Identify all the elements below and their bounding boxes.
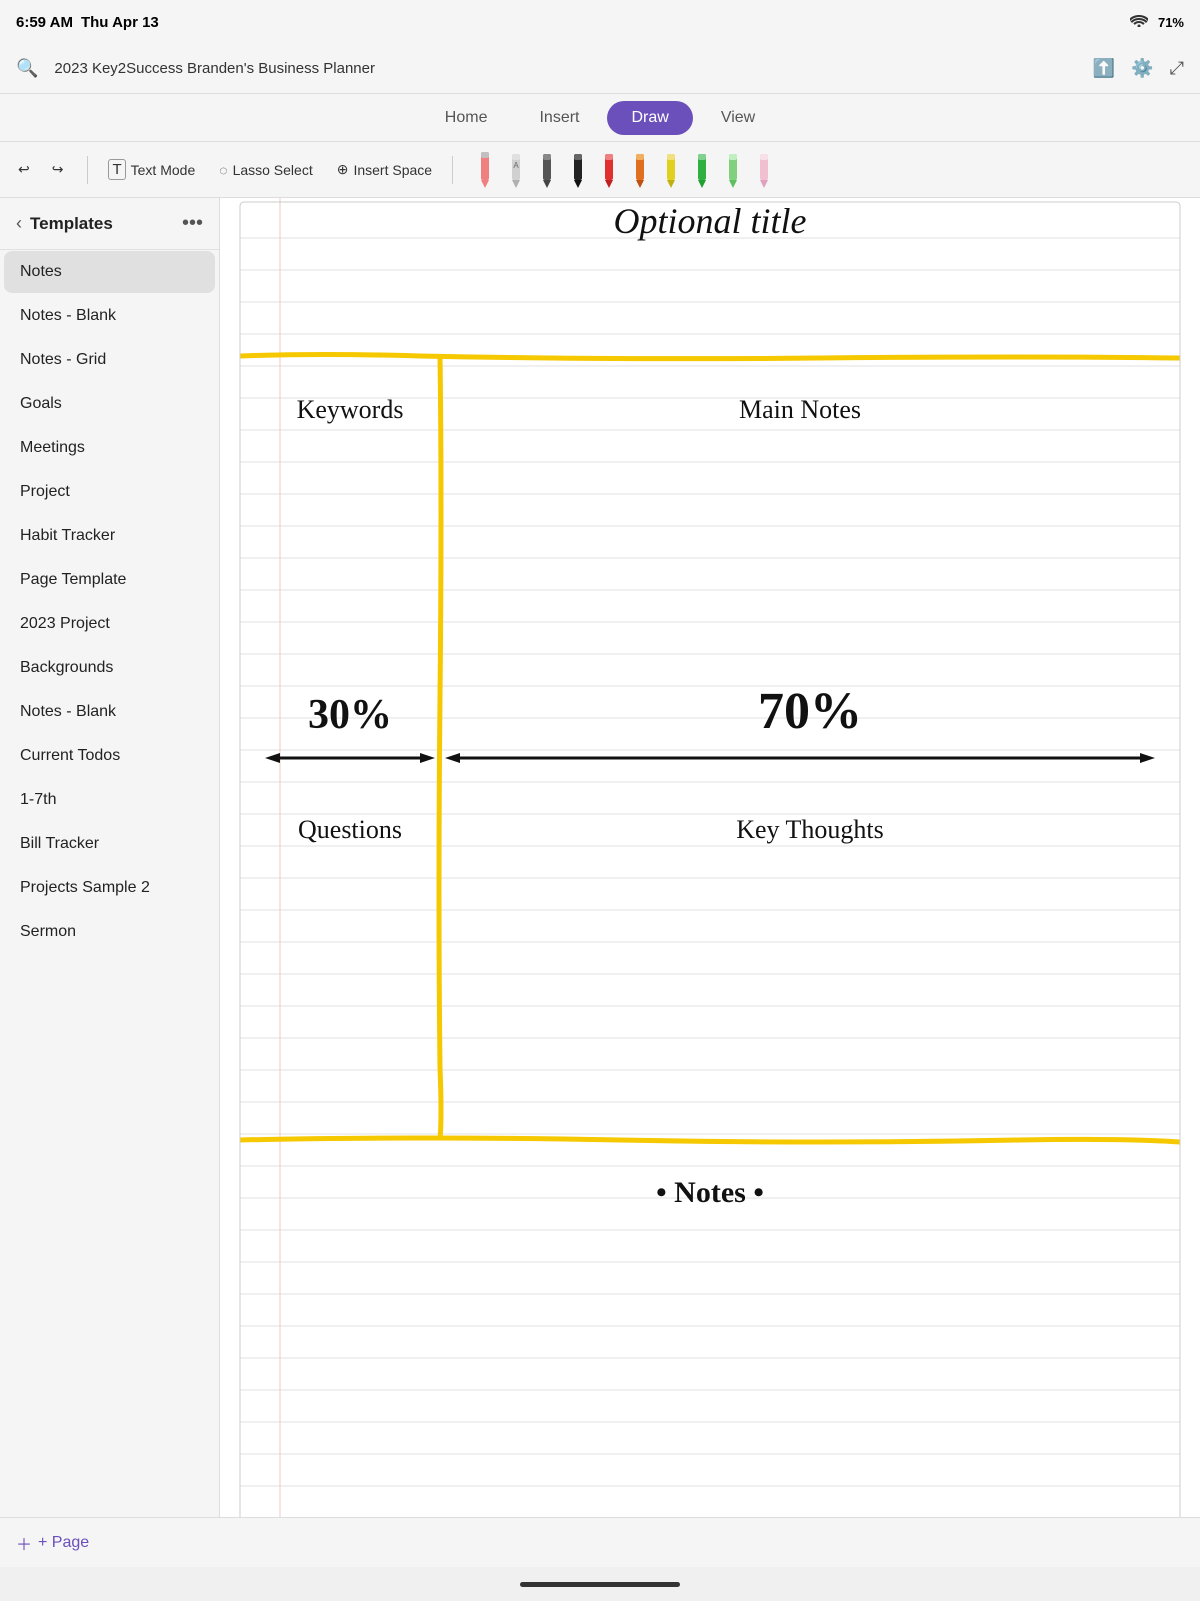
- pen-light-green[interactable]: [719, 152, 747, 188]
- pen-yellow[interactable]: [657, 152, 685, 188]
- sidebar-title: Templates: [30, 214, 113, 234]
- add-page-icon: ＋: [16, 1531, 32, 1555]
- undo-icon: ↩: [18, 161, 30, 178]
- sidebar-item-notes-grid[interactable]: Notes - Grid: [4, 339, 215, 381]
- search-icon[interactable]: 🔍: [16, 58, 38, 79]
- tab-view[interactable]: View: [697, 101, 779, 135]
- svg-text:Keywords: Keywords: [297, 395, 404, 424]
- sidebar-item-backgrounds[interactable]: Backgrounds: [4, 647, 215, 689]
- separator-1: [87, 156, 88, 184]
- insert-space-button[interactable]: ⊕ Insert Space: [327, 155, 442, 184]
- more-icon[interactable]: •••: [182, 212, 203, 235]
- text-mode-label: Text Mode: [131, 162, 196, 178]
- top-toolbar: 🔍 2023 Key2Success Branden's Business Pl…: [0, 44, 1200, 94]
- sidebar-header-left: ‹ Templates: [16, 213, 113, 234]
- doc-title: 2023 Key2Success Branden's Business Plan…: [54, 60, 1084, 77]
- pen-green[interactable]: [688, 152, 716, 188]
- redo-button[interactable]: ↪: [42, 155, 74, 184]
- main-layout: ‹ Templates ••• Notes Notes - Blank Note…: [0, 198, 1200, 1548]
- top-toolbar-right: ⬆️ ⚙️ ⤢: [1093, 58, 1184, 79]
- insert-space-label: Insert Space: [353, 162, 432, 178]
- sidebar-item-project[interactable]: Project: [4, 471, 215, 513]
- battery: 71%: [1158, 15, 1184, 30]
- sidebar-item-current-todos[interactable]: Current Todos: [4, 735, 215, 777]
- redo-icon: ↪: [52, 161, 64, 178]
- sidebar-item-sermon[interactable]: Sermon: [4, 911, 215, 953]
- share-icon[interactable]: ⬆️: [1093, 58, 1115, 79]
- settings-icon[interactable]: ⚙️: [1131, 58, 1153, 79]
- home-bar: [520, 1582, 680, 1587]
- undo-redo: ↩ ↪: [8, 155, 73, 184]
- sidebar-item-bill-tracker[interactable]: Bill Tracker: [4, 823, 215, 865]
- sidebar-item-1-7th[interactable]: 1-7th: [4, 779, 215, 821]
- pen-red[interactable]: [595, 152, 623, 188]
- draw-toolbar: ↩ ↪ T Text Mode ◌ Lasso Select ⊕ Insert …: [0, 142, 1200, 198]
- back-icon[interactable]: ‹: [16, 213, 22, 234]
- text-mode-button[interactable]: T Text Mode: [98, 153, 205, 186]
- svg-text:Questions: Questions: [298, 815, 402, 844]
- status-bar: 6:59 AM Thu Apr 13 71%: [0, 0, 1200, 44]
- pen-tools: A: [471, 152, 778, 188]
- pen-eraser[interactable]: A: [502, 152, 530, 188]
- status-bar-left: 6:59 AM Thu Apr 13: [16, 14, 159, 31]
- add-page-button[interactable]: ＋ + Page: [16, 1531, 89, 1555]
- svg-text:Optional title: Optional title: [614, 201, 807, 241]
- sidebar-item-projects-sample-2[interactable]: Projects Sample 2: [4, 867, 215, 909]
- svg-text:Key Thoughts: Key Thoughts: [736, 815, 884, 844]
- svg-text:70%: 70%: [758, 683, 862, 740]
- pen-dark[interactable]: [533, 152, 561, 188]
- separator-2: [452, 156, 453, 184]
- sidebar-header: ‹ Templates •••: [0, 198, 219, 250]
- sidebar-item-meetings[interactable]: Meetings: [4, 427, 215, 469]
- status-bar-right: 71%: [1130, 14, 1184, 30]
- fullscreen-icon[interactable]: ⤢: [1170, 58, 1184, 79]
- sidebar-item-2023-project[interactable]: 2023 Project: [4, 603, 215, 645]
- sidebar-item-habit-tracker[interactable]: Habit Tracker: [4, 515, 215, 557]
- lasso-label: Lasso Select: [233, 162, 313, 178]
- undo-button[interactable]: ↩: [8, 155, 40, 184]
- sidebar-item-notes-blank[interactable]: Notes - Blank: [4, 295, 215, 337]
- bottom-bar: ＋ + Page: [0, 1517, 1200, 1567]
- sidebar-item-page-template[interactable]: Page Template: [4, 559, 215, 601]
- day: Thu Apr 13: [81, 14, 159, 31]
- add-page-label: + Page: [38, 1534, 89, 1552]
- sidebar: ‹ Templates ••• Notes Notes - Blank Note…: [0, 198, 220, 1548]
- nav-tabs: Home Insert Draw View: [0, 94, 1200, 142]
- time: 6:59 AM: [16, 14, 73, 31]
- lasso-select-button[interactable]: ◌ Lasso Select: [209, 156, 323, 184]
- tab-home[interactable]: Home: [421, 101, 512, 135]
- svg-text:Main Notes: Main Notes: [739, 395, 861, 424]
- svg-text:• Notes •: • Notes •: [656, 1176, 764, 1209]
- pen-pink[interactable]: [471, 152, 499, 188]
- text-mode-icon: T: [108, 159, 125, 180]
- pen-orange[interactable]: [626, 152, 654, 188]
- svg-text:A: A: [513, 161, 519, 170]
- canvas-area[interactable]: Optional title Keywords Main Notes 30% 7…: [220, 198, 1200, 1548]
- pen-light-pink[interactable]: [750, 152, 778, 188]
- wifi-icon: [1130, 14, 1148, 30]
- notebook-canvas: Optional title Keywords Main Notes 30% 7…: [220, 198, 1200, 1548]
- tab-insert[interactable]: Insert: [515, 101, 603, 135]
- lasso-icon: ◌: [219, 162, 227, 178]
- sidebar-item-notes[interactable]: Notes: [4, 251, 215, 293]
- home-indicator: [0, 1567, 1200, 1601]
- pen-black[interactable]: [564, 152, 592, 188]
- tab-draw[interactable]: Draw: [607, 101, 692, 135]
- sidebar-item-goals[interactable]: Goals: [4, 383, 215, 425]
- svg-text:30%: 30%: [308, 692, 392, 738]
- insert-space-icon: ⊕: [337, 161, 349, 178]
- sidebar-item-notes-blank-2[interactable]: Notes - Blank: [4, 691, 215, 733]
